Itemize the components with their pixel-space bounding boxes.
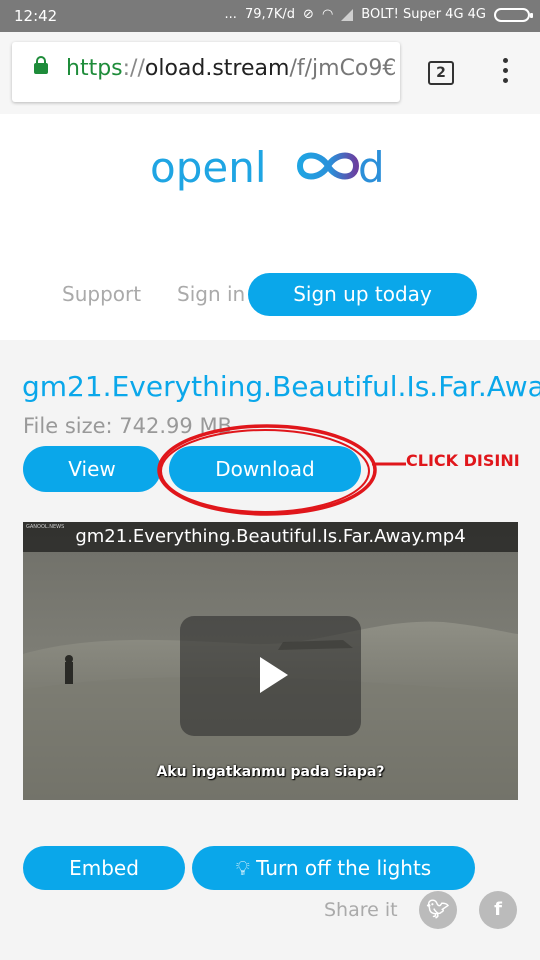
nav-support-link[interactable]: Support [62,282,141,306]
share-label: Share it [324,899,398,921]
mute-icon: ⊘ [303,7,314,22]
view-button[interactable]: View [23,446,161,492]
network-speed: 79,7K/d [244,7,296,22]
wifi-icon: ◠ [321,7,334,22]
overflow-menu-icon[interactable] [498,58,512,88]
video-corner-label: GANOOL.NEWS [26,524,65,530]
lightbulb-icon: 💡︎ [235,856,250,880]
play-icon [260,657,288,693]
video-player[interactable]: gm21.Everything.Beautiful.Is.Far.Away.mp… [23,522,518,800]
more-dots: ... [224,7,237,22]
lock-icon [34,56,48,74]
turn-off-lights-button[interactable]: 💡︎ Turn off the lights [192,846,475,890]
svg-text:d: d [358,143,385,192]
twitter-icon: 🐦︎ [426,899,450,920]
openload-logo[interactable]: openl d [0,138,540,202]
url-separator: :// [122,56,145,81]
logo-wordmark: openl [150,143,266,192]
site-header: openl d Support Sign in Sign up today [0,114,540,340]
video-title: gm21.Everything.Beautiful.Is.Far.Away.mp… [23,522,518,552]
video-subtitle: Aku ingatkanmu pada siapa? [156,764,385,780]
logo-graphic: openl d [150,143,385,192]
carrier-name: BOLT! Super 4G 4G [361,7,486,22]
address-bar[interactable]: https://oload.stream/f/jmCo9€ [12,42,400,102]
signal-icon [341,8,354,21]
status-time: 12:42 [14,7,58,25]
turn-off-lights-label: Turn off the lights [256,856,432,880]
annotation-line [372,462,406,466]
url-path: /f/jmCo9€ [289,56,397,81]
facebook-share-button[interactable]: f [479,891,517,929]
tab-switcher-button[interactable]: 2 [428,61,454,85]
browser-toolbar: https://oload.stream/f/jmCo9€ 2 [0,32,540,114]
twitter-share-button[interactable]: 🐦︎ [419,891,457,929]
url-scheme: https [66,56,123,81]
annotation-label: CLICK DISINI [406,451,520,470]
url-text[interactable]: https://oload.stream/f/jmCo9€ [66,56,396,81]
play-button[interactable] [180,616,361,736]
facebook-icon: f [494,899,502,920]
sign-up-button[interactable]: Sign up today [248,273,477,316]
status-icons: ... 79,7K/d ⊘ ◠ BOLT! Super 4G 4G [224,7,533,22]
annotation-circle [157,424,377,516]
battery-icon [494,7,533,22]
url-host: oload.stream [144,56,290,81]
embed-button[interactable]: Embed [23,846,185,890]
file-title: gm21.Everything.Beautiful.Is.Far.Away.mp… [22,370,540,403]
status-bar: 12:42 ... 79,7K/d ⊘ ◠ BOLT! Super 4G 4G [0,0,540,32]
nav-signin-link[interactable]: Sign in [177,282,245,306]
